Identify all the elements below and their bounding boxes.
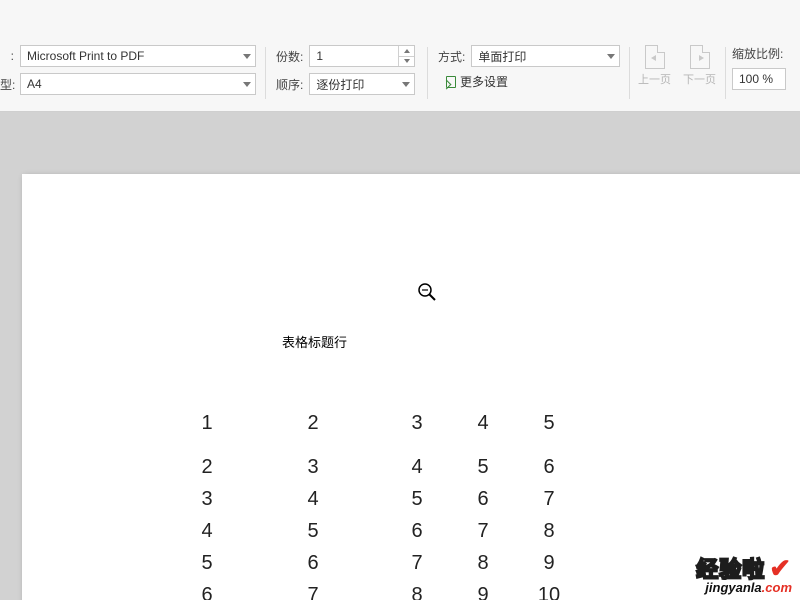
table-cell: 5 [172,547,242,579]
mode-value: 单面打印 [478,48,526,65]
toolbar: : Microsoft Print to PDF 型: A4 份数: 1 [0,0,800,112]
paper-value: A4 [27,77,42,91]
prev-page-button: 上一页 [638,45,671,87]
table-cell: 6 [384,515,450,547]
table-cell: 7 [516,483,582,515]
spinner-down[interactable] [399,56,414,67]
row-paper: 型: A4 [0,73,256,95]
table-cell: 7 [450,515,516,547]
next-page-icon [690,45,710,69]
table-cell: 4 [450,412,516,451]
copies-value: 1 [316,49,323,63]
printer-label: : [0,49,14,63]
table-cell: 4 [242,483,384,515]
paper-combo[interactable]: A4 [20,73,256,95]
table-row: 2 3 4 5 6 [172,451,582,483]
table-cell: 8 [450,547,516,579]
row-printer: : Microsoft Print to PDF [0,45,256,67]
order-combo[interactable]: 逐份打印 [309,73,415,95]
order-label: 顺序: [276,76,303,93]
table-cell: 10 [516,579,582,600]
row-more-settings: 更多设置 [442,73,620,90]
table-cell: 8 [516,515,582,547]
table-cell: 2 [172,451,242,483]
table-cell: 5 [384,483,450,515]
table-cell: 3 [242,451,384,483]
data-table: 1 2 3 4 5 2 3 4 5 6 3 4 5 6 7 4 [172,412,582,600]
mode-combo[interactable]: 单面打印 [471,45,620,67]
paper-page: 表格标题行 1 2 3 4 5 2 3 4 5 6 3 4 5 6 7 [22,174,800,600]
table-cell: 3 [384,412,450,451]
group-copies: 份数: 1 顺序: 逐份打印 [266,45,428,105]
table-cell: 7 [384,547,450,579]
order-value: 逐份打印 [316,76,364,93]
table-cell: 7 [242,579,384,600]
chevron-down-icon [243,82,251,87]
group-page-nav: 上一页 下一页 [630,45,726,105]
table-cell: 8 [384,579,450,600]
table-row: 6 7 8 9 10 [172,579,582,600]
chevron-down-icon [404,59,410,63]
chevron-down-icon [243,54,251,59]
printer-value: Microsoft Print to PDF [27,49,144,63]
table-cell: 3 [172,483,242,515]
chevron-up-icon [404,49,410,53]
next-page-button: 下一页 [683,45,716,87]
next-page-label: 下一页 [683,71,716,87]
settings-page-icon [442,75,456,89]
more-settings-link[interactable]: 更多设置 [442,73,508,90]
row-copies: 份数: 1 [276,45,418,67]
table-row: 1 2 3 4 5 [172,412,582,451]
row-mode: 方式: 单面打印 [438,45,620,67]
table-cell: 6 [172,579,242,600]
table-cell: 6 [242,547,384,579]
prev-page-label: 上一页 [638,71,671,87]
table-cell: 9 [450,579,516,600]
mode-label: 方式: [438,48,465,65]
spinner-buttons [398,46,414,66]
table-cell: 1 [172,412,242,451]
zoom-combo[interactable]: 100 % [732,68,786,90]
row-order: 顺序: 逐份打印 [276,73,418,95]
print-preview-area[interactable]: 表格标题行 1 2 3 4 5 2 3 4 5 6 3 4 5 6 7 [0,112,800,600]
zoom-value: 100 % [739,72,773,86]
more-settings-text: 更多设置 [460,73,508,90]
table-cell: 9 [516,547,582,579]
table-row: 3 4 5 6 7 [172,483,582,515]
table-cell: 6 [516,451,582,483]
prev-page-icon [645,45,665,69]
chevron-down-icon [402,82,410,87]
group-mode: 方式: 单面打印 更多设置 [428,45,630,105]
table-cell: 4 [384,451,450,483]
spinner-up[interactable] [399,46,414,56]
paper-label: 型: [0,76,14,93]
chevron-down-icon [607,54,615,59]
table-cell: 6 [450,483,516,515]
table-cell: 5 [516,412,582,451]
printer-combo[interactable]: Microsoft Print to PDF [20,45,256,67]
table-row: 4 5 6 7 8 [172,515,582,547]
table-cell: 2 [242,412,384,451]
group-printer: : Microsoft Print to PDF 型: A4 [0,45,266,105]
table-cell: 5 [242,515,384,547]
table-title-row: 表格标题行 [282,332,347,351]
toolbar-inner: : Microsoft Print to PDF 型: A4 份数: 1 [0,45,800,111]
table-row: 5 6 7 8 9 [172,547,582,579]
table-cell: 5 [450,451,516,483]
magnifier-cursor-icon [417,282,437,302]
group-zoom: 缩放比例: 100 % [726,45,796,105]
copies-spinner[interactable]: 1 [309,45,415,67]
table-cell: 4 [172,515,242,547]
zoom-label: 缩放比例: [732,45,796,62]
copies-label: 份数: [276,48,303,65]
